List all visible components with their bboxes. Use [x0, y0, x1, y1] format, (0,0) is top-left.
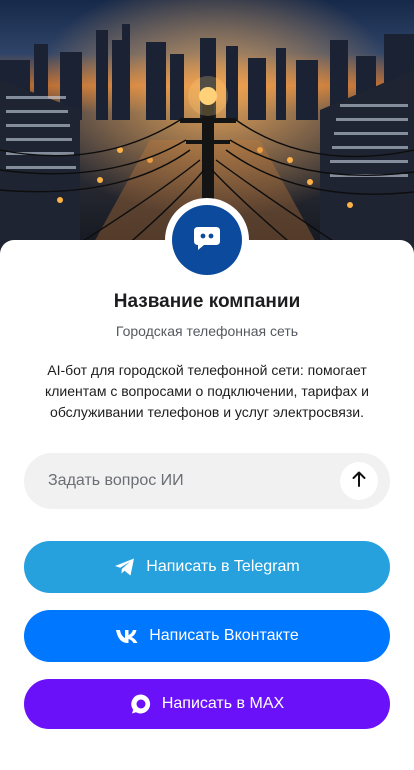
company-description: AI-бот для городской телефонной сети: по…	[44, 362, 370, 420]
company-tagline: Городская телефонная сеть	[115, 323, 299, 339]
max-button-label: Написать в MAX	[161, 695, 285, 712]
company-name: Название компании	[113, 291, 301, 312]
ask-ai-field	[24, 453, 390, 509]
telegram-icon	[114, 557, 136, 577]
telegram-button[interactable]: Написать в Telegram	[24, 541, 390, 593]
vkontakte-button[interactable]: Написать Вконтакте	[24, 610, 390, 662]
vk-icon	[115, 628, 139, 644]
send-button[interactable]	[340, 462, 378, 500]
avatar-circle	[172, 205, 242, 275]
vkontakte-button-label: Написать Вконтакте	[149, 627, 299, 644]
ask-ai-input[interactable]	[48, 453, 328, 509]
arrow-up-icon	[351, 470, 367, 493]
max-button[interactable]: Написать в MAX	[24, 679, 390, 729]
telegram-button-label: Написать в Telegram	[146, 558, 300, 575]
max-icon	[130, 693, 152, 715]
chat-bot-icon	[192, 225, 222, 256]
avatar	[165, 198, 249, 282]
